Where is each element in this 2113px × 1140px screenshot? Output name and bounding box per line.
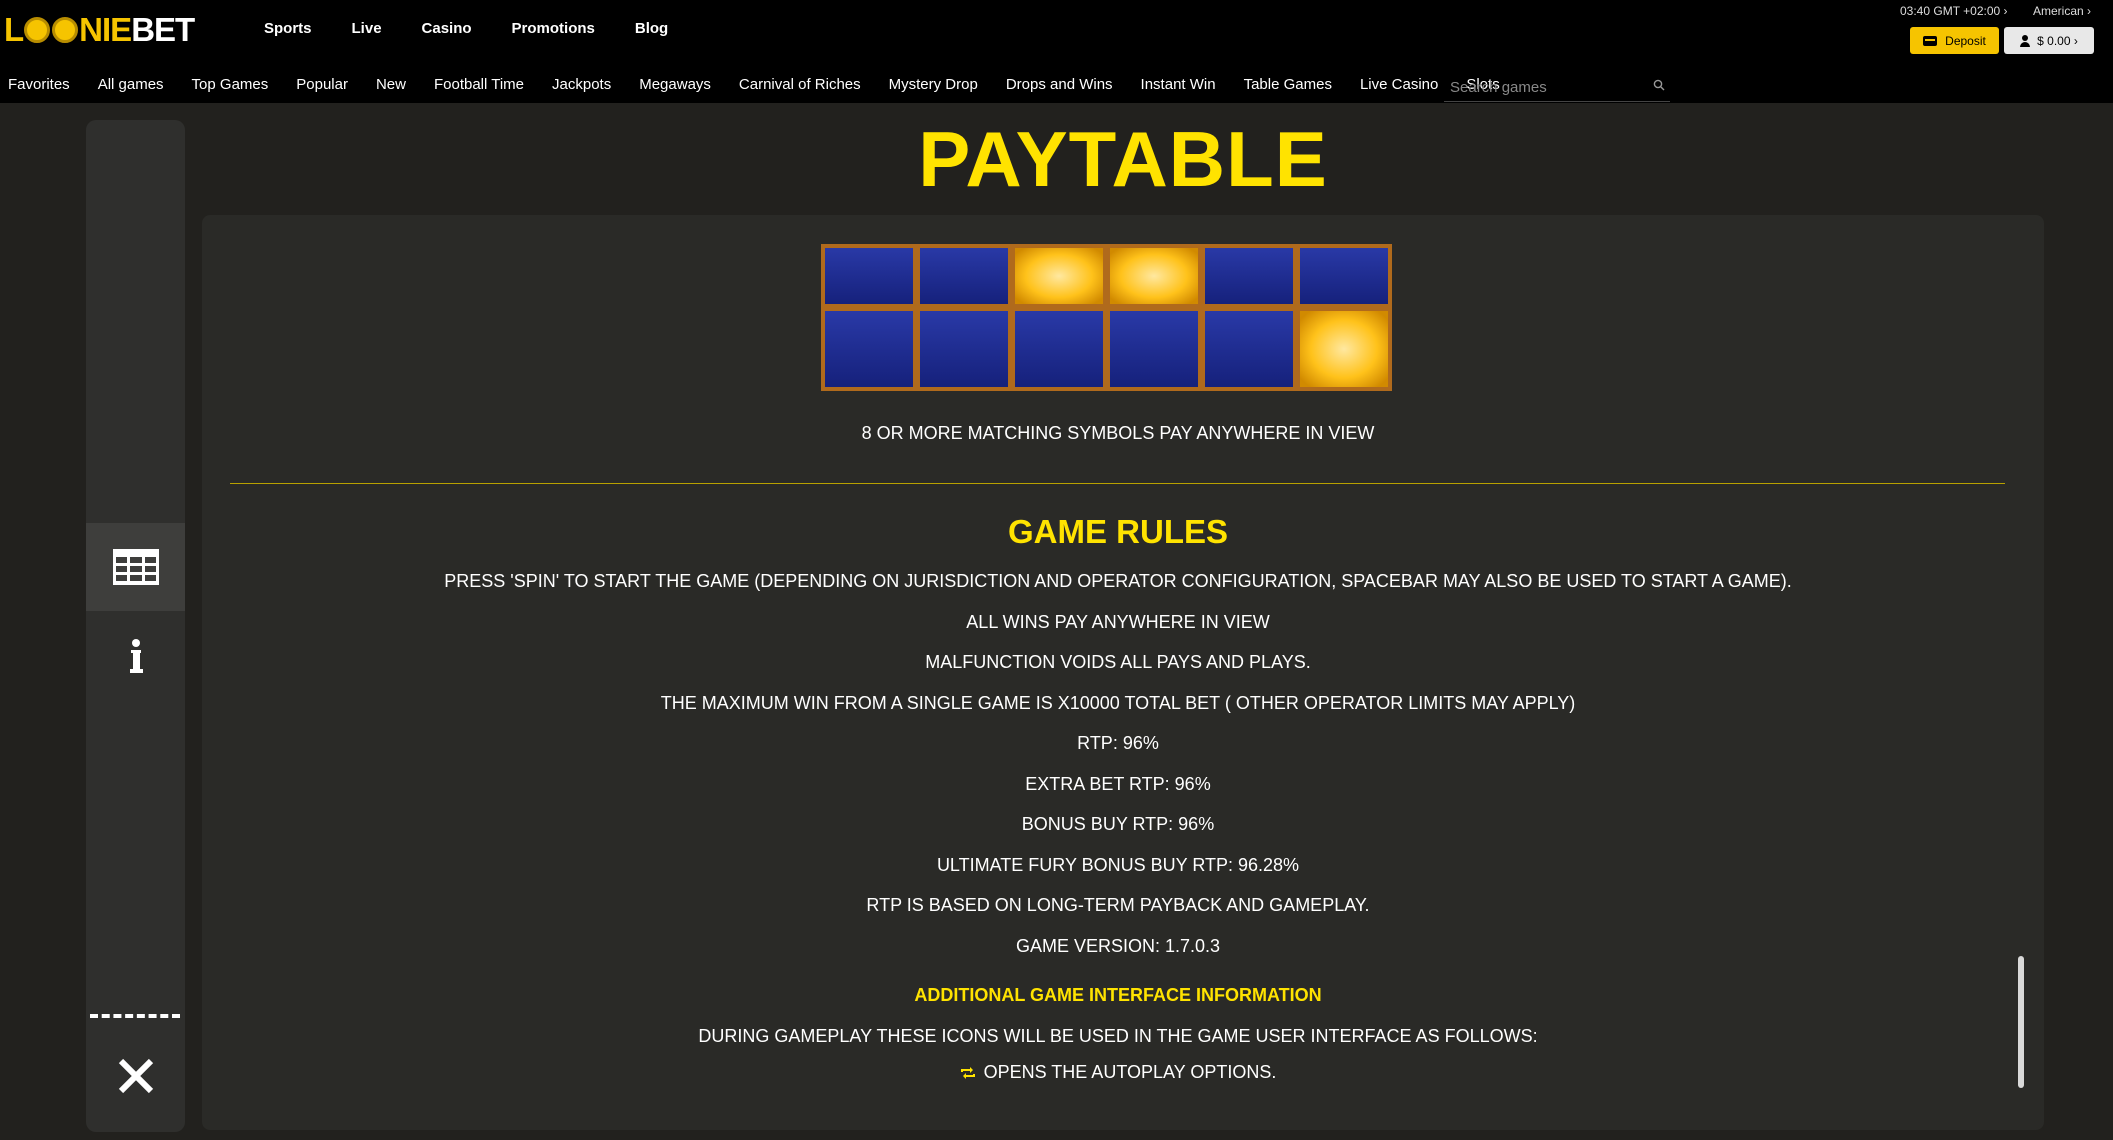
wallet-icon xyxy=(1923,35,1938,46)
logo-coin-icon xyxy=(52,17,79,43)
pay-anywhere-text: 8 OR MORE MATCHING SYMBOLS PAY ANYWHERE … xyxy=(861,423,1375,443)
account-balance-button[interactable]: $ 0.00 › xyxy=(2004,27,2094,54)
category-table-games[interactable]: Table Games xyxy=(1244,76,1332,93)
category-drops-and-wins[interactable]: Drops and Wins xyxy=(1006,76,1113,93)
category-top-games[interactable]: Top Games xyxy=(192,76,269,93)
category-new[interactable]: New xyxy=(376,76,406,93)
game-rules-list: PRESS 'SPIN' TO START THE GAME (DEPENDIN… xyxy=(0,567,2113,972)
rule-item: PRESS 'SPIN' TO START THE GAME (DEPENDIN… xyxy=(444,571,1792,591)
nav-promotions[interactable]: Promotions xyxy=(512,20,595,37)
nav-casino[interactable]: Casino xyxy=(422,20,472,37)
autoplay-text: OPENS THE AUTOPLAY OPTIONS. xyxy=(983,1062,1277,1082)
additional-info-title: ADDITIONAL GAME INTERFACE INFORMATION xyxy=(914,985,1322,1005)
search-input[interactable] xyxy=(1448,75,1642,99)
main-nav: Sports Live Casino Promotions Blog xyxy=(264,20,708,37)
balance-label: $ 0.00 › xyxy=(2037,33,2078,48)
logo-text: NIE xyxy=(79,11,132,48)
menu-divider xyxy=(90,1014,180,1022)
search-icon[interactable] xyxy=(1653,79,1665,91)
category-jackpots[interactable]: Jackpots xyxy=(552,76,611,93)
language-selector[interactable]: American › xyxy=(2033,4,2091,18)
category-nav: Favorites All games Top Games Popular Ne… xyxy=(8,76,1528,93)
search-box xyxy=(1444,71,1670,102)
interface-icons-intro: DURING GAMEPLAY THESE ICONS WILL BE USED… xyxy=(698,1026,1538,1046)
top-header: L NIE BET Sports Live Casino Promotions … xyxy=(0,0,2113,103)
looniebet-logo[interactable]: L NIE BET xyxy=(4,10,195,50)
category-football-time[interactable]: Football Time xyxy=(434,76,524,93)
pay-anywhere-grid-illustration xyxy=(820,243,1400,393)
rule-item: ALL WINS PAY ANYWHERE IN VIEW xyxy=(966,611,1270,632)
category-all-games[interactable]: All games xyxy=(98,76,164,93)
paytable-title: PAYTABLE xyxy=(918,115,1328,203)
rule-item: GAME VERSION: 1.7.0.3 xyxy=(1015,935,1221,956)
category-live-casino[interactable]: Live Casino xyxy=(1360,76,1438,93)
nav-blog[interactable]: Blog xyxy=(635,20,668,37)
rule-item: RTP: 96% xyxy=(1077,733,1159,753)
rule-item: BONUS BUY RTP: 96% xyxy=(1021,814,1215,834)
rule-item: MALFUNCTION VOIDS ALL PAYS AND PLAYS. xyxy=(925,652,1311,672)
user-icon xyxy=(2020,34,2031,47)
deposit-label: Deposit xyxy=(1945,33,1986,48)
rule-item: ULTIMATE FURY BONUS BUY RTP: 96.28% xyxy=(936,854,1300,875)
category-mystery-drop[interactable]: Mystery Drop xyxy=(889,76,978,93)
nav-sports[interactable]: Sports xyxy=(264,20,312,37)
category-megaways[interactable]: Megaways xyxy=(639,76,711,93)
logo-coin-icon xyxy=(24,17,51,43)
deposit-button[interactable]: Deposit xyxy=(1910,27,1999,54)
time-display[interactable]: 03:40 GMT +02:00 › xyxy=(1900,4,2008,18)
section-divider xyxy=(230,483,2005,484)
rule-item: RTP IS BASED ON LONG-TERM PAYBACK AND GA… xyxy=(866,895,1370,915)
category-carnival-of-riches[interactable]: Carnival of Riches xyxy=(739,76,861,93)
nav-live[interactable]: Live xyxy=(352,20,382,37)
paytable-scrollbar[interactable] xyxy=(2018,956,2024,1088)
rule-item: THE MAXIMUM WIN FROM A SINGLE GAME IS X1… xyxy=(660,692,1576,713)
game-rules-title: GAME RULES xyxy=(1007,513,1228,550)
logo-text-bet: BET xyxy=(131,11,195,48)
category-popular[interactable]: Popular xyxy=(296,76,348,93)
category-instant-win[interactable]: Instant Win xyxy=(1141,76,1216,93)
logo-letter-l: L xyxy=(4,11,24,48)
rule-item: EXTRA BET RTP: 96% xyxy=(1025,773,1211,794)
category-favorites[interactable]: Favorites xyxy=(8,76,70,93)
autoplay-description: OPENS THE AUTOPLAY OPTIONS. xyxy=(0,1062,2113,1083)
autoplay-icon xyxy=(960,1067,975,1080)
